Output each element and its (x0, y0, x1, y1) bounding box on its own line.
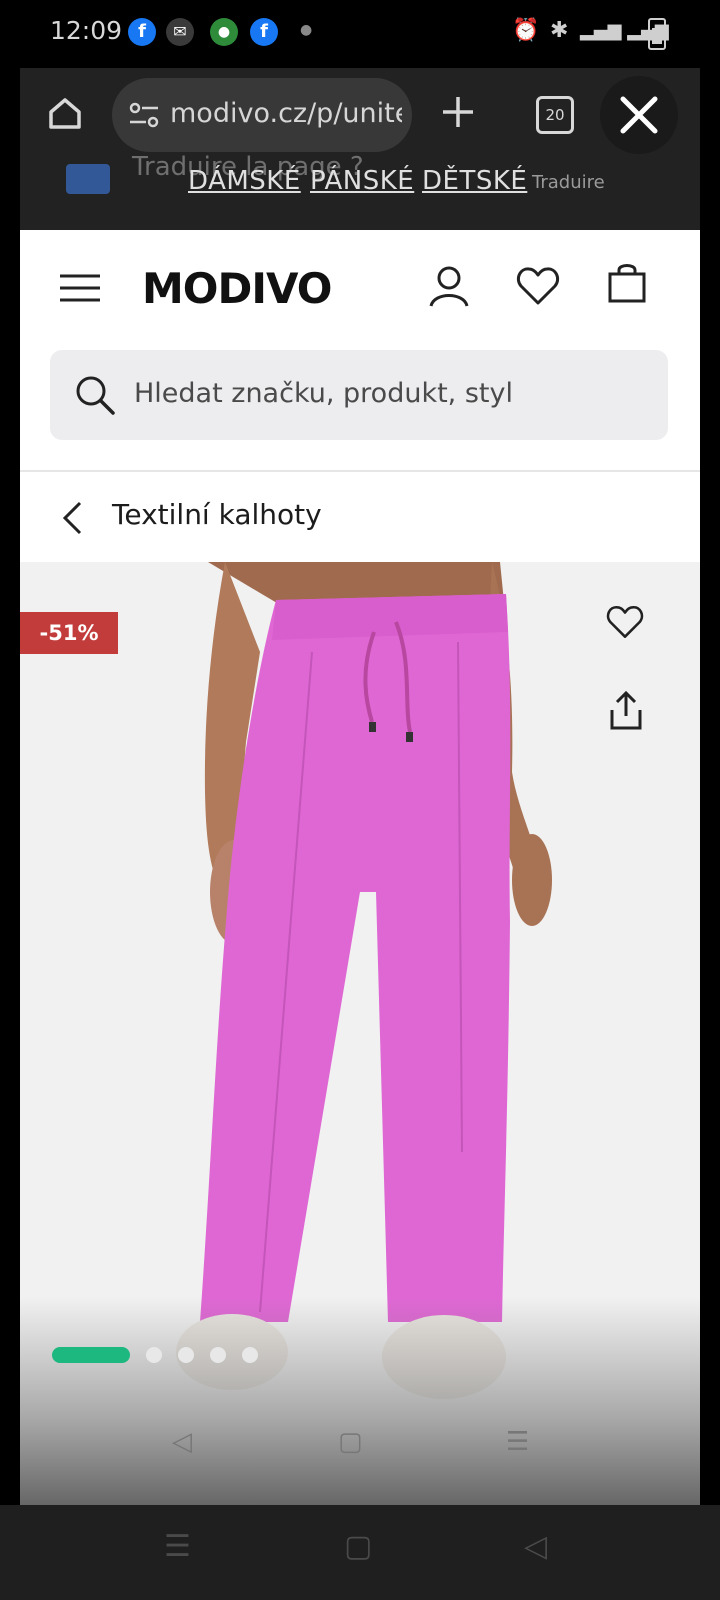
site-settings-icon[interactable] (128, 100, 160, 134)
share-icon[interactable] (608, 690, 644, 736)
menu-icon[interactable] (58, 272, 102, 308)
carousel-dot[interactable] (146, 1347, 162, 1363)
carousel-dot-active[interactable] (52, 1347, 130, 1363)
dot-icon: ● (300, 22, 313, 38)
breadcrumb[interactable]: Textilní kalhoty (20, 472, 700, 562)
site-logo[interactable]: MODIVO (142, 264, 332, 313)
nav-link-detske[interactable]: DĚTSKÉ (422, 166, 527, 196)
address-bar[interactable]: modivo.cz/p/unite (112, 78, 412, 152)
ghost-home-icon: ▢ (338, 1427, 363, 1457)
google-translate-icon (66, 164, 110, 194)
product-image-gallery[interactable]: -51% ◁ ▢ ☰ (20, 562, 700, 1600)
carousel-dot[interactable] (210, 1347, 226, 1363)
status-bar: 12:09 f ✉ ● f ● ⏰ ✱ ▂▄▆ ▂▄▆ (0, 0, 720, 68)
facebook-icon: f (250, 18, 278, 46)
status-time: 12:09 (50, 16, 123, 45)
back-icon[interactable]: ◁ (524, 1529, 547, 1564)
nav-link-truncated[interactable]: Traduire (532, 172, 605, 193)
close-icon (620, 96, 658, 134)
breadcrumb-label[interactable]: Textilní kalhoty (112, 498, 322, 531)
shopping-bag-icon[interactable] (606, 262, 648, 308)
site-header: MODIVO Hledat značku, produkt, styl (20, 230, 700, 470)
search-icon (74, 374, 116, 420)
search-input[interactable]: Hledat značku, produkt, styl (134, 378, 513, 409)
search-box[interactable]: Hledat značku, produkt, styl (50, 350, 668, 440)
url-text[interactable]: modivo.cz/p/unite (170, 98, 402, 129)
account-icon[interactable] (428, 264, 470, 312)
wishlist-icon[interactable] (516, 266, 560, 310)
bluetooth-icon: ✱ (550, 18, 569, 43)
home-button-icon[interactable]: ▢ (344, 1529, 372, 1564)
home-icon[interactable] (46, 94, 84, 136)
recents-icon[interactable]: ☰ (164, 1529, 191, 1564)
battery-icon (648, 18, 666, 50)
close-translate-button[interactable] (600, 76, 678, 154)
discount-badge: -51% (20, 612, 118, 654)
favorite-icon[interactable] (606, 604, 644, 644)
app-icon: ● (210, 18, 238, 46)
alarm-icon: ⏰ (512, 18, 540, 43)
ghost-back-icon: ◁ (172, 1427, 192, 1457)
nav-link-damske[interactable]: DÁMSKÉ (188, 166, 301, 196)
new-tab-icon[interactable] (440, 94, 476, 134)
tab-count: 20 (545, 106, 565, 124)
messenger-icon: ✉ (166, 18, 194, 46)
browser-toolbar: modivo.cz/p/unite 20 Traduire la page ? … (20, 68, 700, 230)
facebook-icon: f (128, 18, 156, 46)
web-page: MODIVO Hledat značku, produkt, styl Text… (20, 230, 700, 1600)
system-navigation-bar: ☰ ▢ ◁ (0, 1505, 720, 1600)
nav-link-panske[interactable]: PÁNSKÉ (310, 166, 414, 196)
carousel-dot[interactable] (178, 1347, 194, 1363)
back-arrow-icon[interactable] (60, 500, 84, 540)
tab-switcher-button[interactable]: 20 (536, 96, 574, 134)
ghost-recents-icon: ☰ (506, 1427, 530, 1457)
carousel-dot[interactable] (242, 1347, 258, 1363)
